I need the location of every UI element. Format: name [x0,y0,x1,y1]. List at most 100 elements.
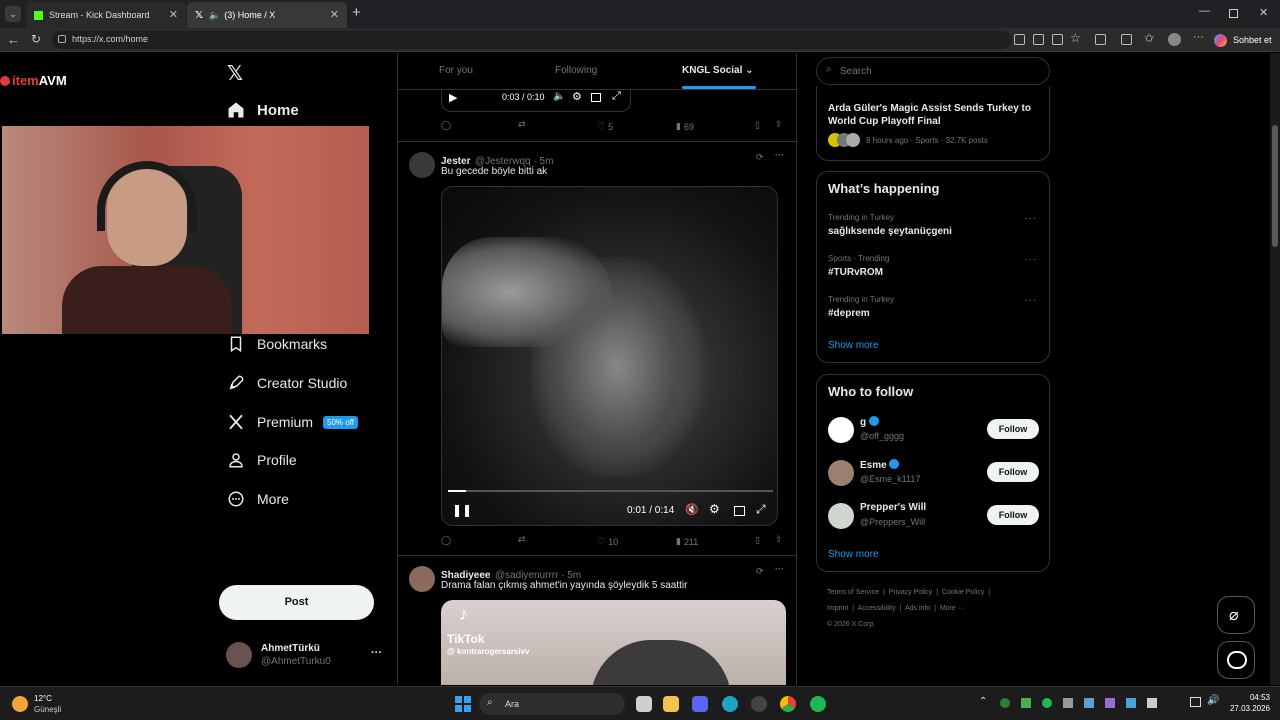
tray-overflow-icon[interactable]: ⌃ [979,696,987,707]
footer-link[interactable]: Terms of Service [827,589,879,596]
tray-icons[interactable] [1000,698,1160,710]
nav-premium[interactable]: Premium 50% off [227,413,358,431]
follow-suggestion[interactable]: Esme @Esme_k1117 Follow [828,458,1043,490]
task-view-icon[interactable] [636,696,652,712]
grok-icon[interactable]: ⟳ [756,152,764,163]
profile-avatar-icon[interactable] [1168,33,1181,46]
tweet-more-icon[interactable]: ··· [775,150,784,160]
follow-suggestion[interactable]: g @off_gggg Follow [828,415,1043,447]
address-bar[interactable]: https://x.com/home [52,31,1012,49]
read-aloud-icon[interactable] [1052,34,1063,45]
tab-following[interactable]: Following [555,65,597,76]
site-info-icon[interactable] [58,35,66,43]
restore-icon[interactable] [1229,9,1238,18]
repost-icon[interactable]: ⇄ [518,119,526,130]
trend-more-icon[interactable]: ··· [1024,254,1037,265]
pip-icon[interactable] [591,93,601,102]
network-icon[interactable] [1190,697,1201,707]
account-switcher[interactable]: AhmetTürkü @AhmetTurku0 ··· [226,641,386,671]
tab-actions-button[interactable]: ⌄ [5,6,21,22]
messages-float-button[interactable] [1217,641,1255,679]
video-progress-track[interactable] [448,490,773,492]
follow-button[interactable]: Follow [987,505,1039,525]
grok-icon[interactable]: ⟳ [756,566,764,577]
follow-button[interactable]: Follow [987,419,1039,439]
split-screen-icon[interactable] [1014,34,1025,45]
footer-link[interactable]: Accessibility [858,605,896,612]
close-window-icon[interactable]: ✕ [1259,6,1268,19]
refresh-icon[interactable]: ↻ [31,32,41,46]
volume-icon[interactable]: 🔊 [1207,695,1219,706]
chrome-icon[interactable] [780,696,796,712]
like-button[interactable]: ♡ 5 [597,121,613,132]
footer-link[interactable]: More ··· [940,605,965,612]
translate-icon[interactable] [1033,34,1044,45]
taskbar-search[interactable]: ⌕ Ara [479,693,625,715]
reply-icon[interactable]: ◯ [441,535,451,546]
tab-kngl-social[interactable]: KNGL Social ⌄ [682,65,754,76]
back-icon[interactable]: ← [7,32,20,47]
discord-icon[interactable] [692,696,708,712]
views-button[interactable]: ▮ 211 [676,536,698,547]
share-icon[interactable]: ⇪ [775,534,783,545]
nav-bookmarks[interactable]: Bookmarks [227,335,327,353]
start-button[interactable] [455,696,471,712]
minimize-icon[interactable]: — [1199,5,1210,17]
nav-more[interactable]: More [227,490,289,508]
pause-icon[interactable]: ❚❚ [452,503,472,517]
settings-menu-icon[interactable]: ··· [1193,31,1204,43]
play-icon[interactable]: ▶ [449,91,457,104]
reply-icon[interactable]: ◯ [441,120,451,131]
trends-show-more-link[interactable]: Show more [828,340,879,351]
post-button[interactable]: Post [219,585,374,620]
copilot-button[interactable]: Sohbet et [1214,31,1272,49]
bookmark-icon[interactable]: ▯ [755,535,760,546]
share-icon[interactable]: ⇪ [775,119,783,130]
account-menu-icon[interactable]: ··· [371,647,382,659]
browser-essentials-icon[interactable] [1121,34,1132,45]
tweet-video[interactable]: ❚❚ 0:01 / 0:14 🔇 ⚙ ⤢ [441,186,778,526]
tab-for-you[interactable]: For you [439,65,473,76]
repost-icon[interactable]: ⇄ [518,534,526,545]
close-tab-icon[interactable]: ✕ [330,8,339,21]
tweet-media[interactable]: ♪ TikTok @ kontrarogersarsivv [441,600,786,685]
file-explorer-icon[interactable] [663,696,679,712]
footer-link[interactable]: Privacy Policy [889,589,933,596]
volume-icon[interactable]: 🔈 [553,91,565,102]
settings-gear-icon[interactable]: ⚙ [709,502,720,516]
x-logo-icon[interactable]: 𝕏 [227,61,243,86]
clock[interactable]: 04:53 27.03.2026 [1226,692,1270,714]
trend-more-icon[interactable]: ··· [1024,213,1037,224]
obs-icon[interactable] [751,696,767,712]
new-tab-button[interactable]: + [352,4,361,21]
nav-home[interactable]: Home [227,101,299,119]
follow-suggestion[interactable]: Prepper's Will @Preppers_Will Follow [828,501,1043,533]
follow-button[interactable]: Follow [987,462,1039,482]
tab-kick-dashboard[interactable]: Stream - Kick Dashboard ✕ [26,2,186,28]
bookmark-icon[interactable]: ▯ [755,120,760,131]
news-card[interactable]: Arda Güler's Magic Assist Sends Turkey t… [816,86,1050,161]
fullscreen-icon[interactable]: ⤢ [612,90,621,103]
weather-widget[interactable]: 12°C Güneşli [12,692,82,716]
scrollbar-thumb[interactable] [1272,125,1278,247]
footer-link[interactable]: Imprint [827,605,848,612]
tweet-more-icon[interactable]: ··· [775,564,784,574]
pip-icon[interactable] [734,506,745,516]
views-button[interactable]: ▮ 69 [676,121,694,132]
trend-item[interactable]: Trending in Turkey sağlıksende şeytanüçg… [828,213,1038,249]
speaker-icon[interactable]: 🔈 [209,10,220,21]
favorite-star-icon[interactable]: ☆ [1070,31,1081,45]
tweet-shadiyeee[interactable]: Shadiyeee @sadiyenurrrr · 5m ⟳ ··· Drama… [398,556,798,685]
page-scrollbar[interactable] [1270,53,1280,685]
like-button[interactable]: ♡ 10 [597,536,618,547]
footer-link[interactable]: Cookie Policy [942,589,984,596]
search-box[interactable]: ⌕ Search [816,57,1050,85]
mute-icon[interactable]: 🔇 [685,503,699,516]
nav-profile[interactable]: Profile [227,451,297,469]
settings-gear-icon[interactable]: ⚙ [572,90,582,103]
extensions-icon[interactable] [1095,34,1106,45]
fullscreen-icon[interactable]: ⤢ [756,502,766,517]
close-tab-icon[interactable]: ✕ [169,8,178,21]
tab-x-home[interactable]: 𝕏 🔈 (3) Home / X ✕ [187,2,347,28]
trend-item[interactable]: Sports · Trending #TURvROM [828,254,1038,290]
